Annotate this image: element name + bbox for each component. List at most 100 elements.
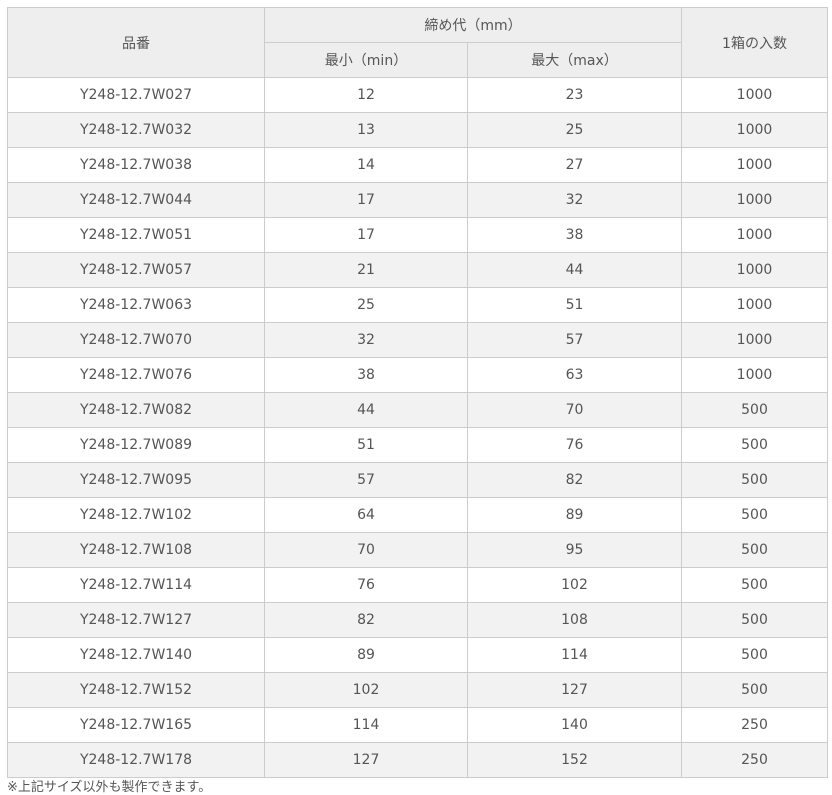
cell-max: 23 (467, 77, 682, 113)
table-row: Y248-12.7W082 44 70 500 (7, 392, 828, 428)
cell-per-box: 500 (681, 392, 828, 428)
cell-min: 44 (264, 392, 468, 428)
cell-max: 140 (467, 707, 682, 743)
cell-max: 127 (467, 672, 682, 708)
table-row: Y248-12.7W032 13 25 1000 (7, 112, 828, 148)
cell-per-box: 500 (681, 532, 828, 568)
cell-per-box: 250 (681, 742, 828, 778)
cell-min: 82 (264, 602, 468, 638)
table-row: Y248-12.7W152 102 127 500 (7, 672, 828, 708)
cell-part-number: Y248-12.7W063 (7, 287, 265, 323)
cell-part-number: Y248-12.7W165 (7, 707, 265, 743)
header-max: 最大（max） (467, 42, 682, 78)
header-min: 最小（min） (264, 42, 468, 78)
cell-per-box: 1000 (681, 217, 828, 253)
table-row: Y248-12.7W057 21 44 1000 (7, 252, 828, 288)
cell-min: 25 (264, 287, 468, 323)
cell-part-number: Y248-12.7W152 (7, 672, 265, 708)
cell-min: 89 (264, 637, 468, 673)
cell-per-box: 1000 (681, 252, 828, 288)
cell-part-number: Y248-12.7W070 (7, 322, 265, 358)
cell-part-number: Y248-12.7W051 (7, 217, 265, 253)
table-row: Y248-12.7W027 12 23 1000 (7, 77, 828, 113)
cell-max: 76 (467, 427, 682, 463)
table-row: Y248-12.7W070 32 57 1000 (7, 322, 828, 358)
cell-min: 38 (264, 357, 468, 393)
table-row: Y248-12.7W051 17 38 1000 (7, 217, 828, 253)
table-row: Y248-12.7W076 38 63 1000 (7, 357, 828, 393)
cell-part-number: Y248-12.7W140 (7, 637, 265, 673)
table-body: Y248-12.7W027 12 23 1000 Y248-12.7W032 13 25 10… (7, 77, 828, 778)
cell-min: 13 (264, 112, 468, 148)
cell-per-box: 1000 (681, 112, 828, 148)
cell-part-number: Y248-12.7W038 (7, 147, 265, 183)
table-row: Y248-12.7W165 114 140 250 (7, 707, 828, 743)
cell-min: 127 (264, 742, 468, 778)
cell-max: 32 (467, 182, 682, 218)
cell-max: 51 (467, 287, 682, 323)
cell-per-box: 1000 (681, 357, 828, 393)
cell-max: 82 (467, 462, 682, 498)
table-row: Y248-12.7W178 127 152 250 (7, 742, 828, 778)
cell-part-number: Y248-12.7W076 (7, 357, 265, 393)
cell-per-box: 500 (681, 602, 828, 638)
cell-max: 38 (467, 217, 682, 253)
table-row: Y248-12.7W102 64 89 500 (7, 497, 828, 533)
cell-min: 32 (264, 322, 468, 358)
cell-part-number: Y248-12.7W082 (7, 392, 265, 428)
cell-per-box: 1000 (681, 287, 828, 323)
cell-per-box: 1000 (681, 322, 828, 358)
table-row: Y248-12.7W063 25 51 1000 (7, 287, 828, 323)
cell-max: 27 (467, 147, 682, 183)
cell-max: 57 (467, 322, 682, 358)
cell-min: 70 (264, 532, 468, 568)
cell-per-box: 500 (681, 672, 828, 708)
footnote: ※上記サイズ以外も製作できます。 (7, 780, 212, 795)
cell-min: 76 (264, 567, 468, 603)
cell-part-number: Y248-12.7W102 (7, 497, 265, 533)
cell-per-box: 500 (681, 497, 828, 533)
cell-max: 95 (467, 532, 682, 568)
cell-max: 25 (467, 112, 682, 148)
cell-per-box: 500 (681, 462, 828, 498)
header-per-box: 1箱の入数 (681, 7, 828, 78)
table-row: Y248-12.7W044 17 32 1000 (7, 182, 828, 218)
cell-per-box: 500 (681, 637, 828, 673)
cell-max: 63 (467, 357, 682, 393)
header-part-number: 品番 (7, 7, 265, 78)
table-row: Y248-12.7W114 76 102 500 (7, 567, 828, 603)
cell-min: 14 (264, 147, 468, 183)
cell-per-box: 500 (681, 427, 828, 463)
cell-min: 17 (264, 182, 468, 218)
cell-part-number: Y248-12.7W027 (7, 77, 265, 113)
cell-part-number: Y248-12.7W044 (7, 182, 265, 218)
cell-per-box: 1000 (681, 182, 828, 218)
cell-per-box: 250 (681, 707, 828, 743)
header-interference: 締め代（mm） (264, 7, 682, 43)
table-row: Y248-12.7W089 51 76 500 (7, 427, 828, 463)
cell-part-number: Y248-12.7W127 (7, 602, 265, 638)
cell-max: 152 (467, 742, 682, 778)
cell-per-box: 500 (681, 567, 828, 603)
cell-max: 70 (467, 392, 682, 428)
cell-min: 12 (264, 77, 468, 113)
spec-table: 品番 締め代（mm） 1箱の入数 最小（min） 最大（max） Y248-12… (7, 7, 828, 778)
cell-part-number: Y248-12.7W178 (7, 742, 265, 778)
cell-min: 51 (264, 427, 468, 463)
cell-min: 57 (264, 462, 468, 498)
cell-max: 108 (467, 602, 682, 638)
table-row: Y248-12.7W108 70 95 500 (7, 532, 828, 568)
cell-max: 114 (467, 637, 682, 673)
cell-part-number: Y248-12.7W057 (7, 252, 265, 288)
cell-part-number: Y248-12.7W032 (7, 112, 265, 148)
cell-part-number: Y248-12.7W095 (7, 462, 265, 498)
header-row-top: 品番 締め代（mm） 1箱の入数 (7, 7, 828, 78)
cell-per-box: 1000 (681, 77, 828, 113)
cell-min: 21 (264, 252, 468, 288)
cell-max: 89 (467, 497, 682, 533)
cell-min: 114 (264, 707, 468, 743)
table-row: Y248-12.7W127 82 108 500 (7, 602, 828, 638)
cell-min: 64 (264, 497, 468, 533)
cell-max: 102 (467, 567, 682, 603)
cell-min: 17 (264, 217, 468, 253)
